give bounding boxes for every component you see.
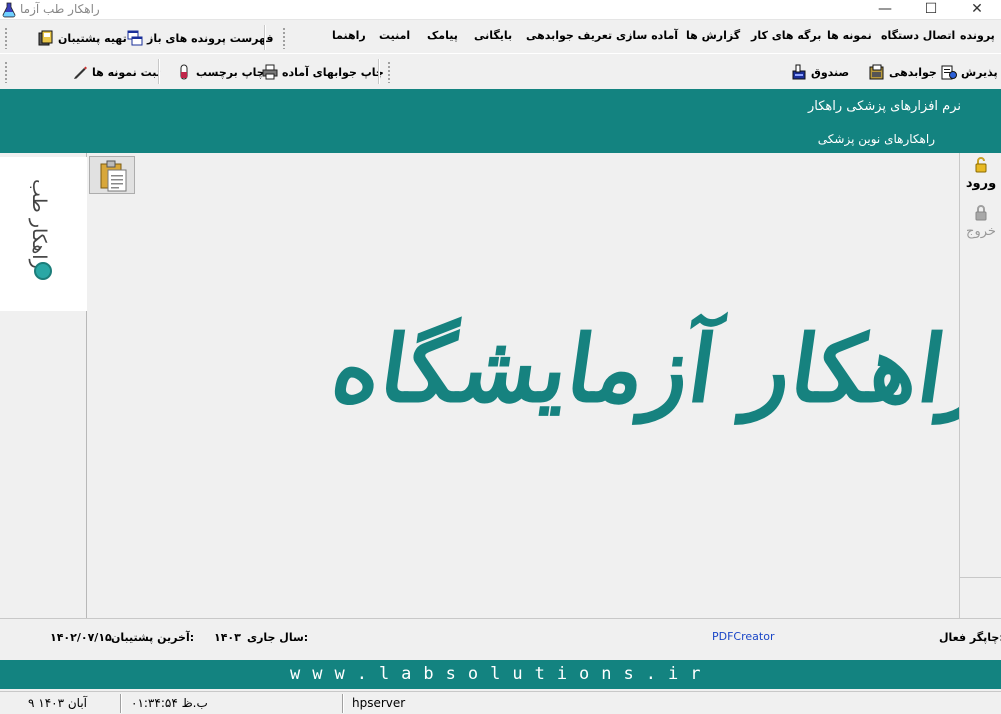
printer-icon [262,64,278,80]
menu-help[interactable]: راهنما [332,29,366,42]
cashbox-button[interactable]: صندوق [791,62,849,82]
divider [960,577,1001,578]
current-year-value: ۱۴۰۳ [214,631,241,644]
logo-mark [34,262,52,280]
active-printer-label: چاپگر فعال: [939,631,1001,644]
print-label-label: چاپ برچسب [196,65,265,79]
cashbox-label: صندوق [811,65,850,79]
footer-banner: www.labsolutions.ir [0,660,1001,689]
status-divider [120,694,122,713]
open-files-list-button[interactable]: فهرست پرونده های باز [127,28,273,48]
header-title: نرم افزارهای پزشکی راهکار [808,99,961,114]
menu-reports[interactable]: گزارش ها [686,29,740,42]
flask-app-icon [2,2,16,18]
menu-archive[interactable]: بایگانی [474,29,512,42]
reception-button[interactable]: پذیرش [941,62,998,82]
menu-bar: تهیه پشتیبان فهرست پرونده های باز راهنما… [0,21,1001,54]
open-files-list-label: فهرست پرونده های باز [147,31,274,45]
toolbar-grip[interactable] [387,61,391,83]
backup-icon [38,30,53,46]
menu-worksheets[interactable]: برگه های کار [751,29,821,42]
clipboard-button[interactable] [89,156,135,194]
login-button[interactable]: ورود [960,157,1001,191]
backup-label: تهیه پشتیبان [58,31,127,45]
menu-security[interactable]: امنیت [379,29,410,42]
toolbar-grip[interactable] [4,61,8,83]
toolbar-separator [158,59,160,84]
last-backup-value: ۱۴۰۲/۰۷/۱۵ [50,631,112,644]
window-title: راهکار طب آزما [20,2,100,16]
login-label: ورود [965,176,997,191]
lock-icon [975,205,987,221]
status-bar: ۹ آبان ۱۴۰۳ ۰۱:۳۴:۵۴ ب.ظ hpserver [0,691,1001,714]
cashbox-icon [792,64,806,80]
right-side-panel: ورود خروج [959,153,1001,618]
logo-panel: راهکار طب [0,157,87,311]
menu-file[interactable]: پرونده [960,29,995,42]
results-icon [869,64,884,80]
main-content: راهکار آزمایشگاه [88,153,996,618]
register-samples-label: ثبت نمونه ها [92,65,161,79]
tool-bar: ثبت نمونه ها چاپ برچسب چاپ جوابهای آماده… [0,55,1001,88]
status-divider [342,694,344,713]
minimize-button[interactable]: — [862,0,908,20]
backup-button[interactable]: تهیه پشتیبان [38,28,127,48]
title-bar: راهکار طب آزما — ☐ ✕ [0,0,1001,20]
tube-label-icon [180,64,188,80]
toolbar-separator [264,25,266,50]
toolbar-grip[interactable] [282,27,286,49]
results-label: جوابدهی [889,65,937,79]
status-time: ۰۱:۳۴:۵۴ ب.ظ [131,696,208,710]
reception-label: پذیرش [961,65,998,79]
toolbar-grip[interactable] [4,27,8,49]
app-header-banner: نرم افزارهای پزشکی راهکار راهکارهای نوین… [0,89,1001,153]
status-date: ۹ آبان ۱۴۰۳ [28,696,88,710]
last-backup-label: آخرین پشتیبان: [111,631,195,644]
clipboard-icon [100,160,127,192]
active-printer-value[interactable]: PDFCreator [712,630,774,643]
current-year-label: سال جاری: [247,631,309,644]
product-logo-title: راهکار آزمایشگاه [325,315,997,423]
info-bar: چاپگر فعال: PDFCreator سال جاری: ۱۴۰۳ آخ… [0,618,1001,658]
toolbar-separator [378,59,380,84]
window-list-icon [127,30,143,46]
menu-sms[interactable]: پیامک [427,29,458,42]
close-button[interactable]: ✕ [954,0,1000,20]
reception-icon [941,65,957,80]
menu-device-connection[interactable]: اتصال دستگاه [881,29,955,42]
menu-preparation[interactable]: آماده سازی [616,29,678,42]
status-server: hpserver [352,696,406,710]
logo-text: راهکار طب [28,179,50,269]
unlock-icon [975,157,987,173]
logout-button[interactable]: خروج [960,205,1001,239]
menu-samples[interactable]: نمونه ها [827,29,872,42]
logout-label: خروج [966,224,996,239]
website-url: www.labsolutions.ir [290,664,713,684]
header-subtitle: راهکارهای نوین پزشکی [817,132,935,146]
pen-icon [74,66,87,79]
print-label-button[interactable]: چاپ برچسب [176,62,265,82]
register-samples-button[interactable]: ثبت نمونه ها [72,62,161,82]
print-ready-results-label: چاپ جوابهای آماده [282,65,384,79]
results-button[interactable]: جوابدهی [869,62,937,82]
print-ready-results-button[interactable]: چاپ جوابهای آماده [262,62,384,82]
maximize-button[interactable]: ☐ [908,0,954,20]
menu-result-definition[interactable]: تعریف جوابدهی [526,29,612,42]
